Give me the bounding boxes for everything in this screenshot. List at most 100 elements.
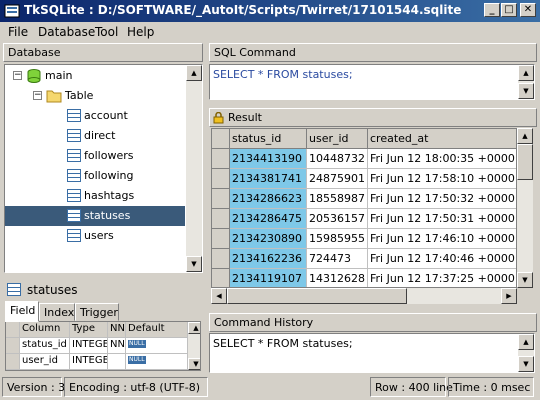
table-icon [67,189,81,202]
table-icon [67,149,81,162]
scroll-down-icon[interactable]: ▼ [188,358,200,370]
tab-trigger[interactable]: Trigger [75,303,119,321]
result-col-header[interactable]: status_id [230,129,307,149]
scroll-up-icon[interactable]: ▲ [517,128,533,144]
tree-node-account[interactable]: account [5,106,185,126]
result-cell[interactable]: Fri Jun 12 17:46:10 +0000 200 [368,229,516,249]
field-cell[interactable]: status_id [20,338,70,354]
field-grid-corner [6,322,20,338]
scroll-up-icon[interactable]: ▲ [188,322,200,334]
tab-field[interactable]: Field [5,301,39,322]
tree-vertical-scrollbar[interactable]: ▲ ▼ [186,65,202,272]
tree-node-main[interactable]: − main [5,66,185,86]
result-cell[interactable]: Fri Jun 12 17:40:46 +0000 200 [368,249,516,269]
result-col-header[interactable]: user_id [307,129,368,149]
menu-tool[interactable]: Tool [95,25,118,39]
database-icon [27,69,41,83]
result-cell[interactable]: 2134413190 [230,149,307,169]
scroll-down-icon[interactable]: ▼ [518,83,534,99]
result-cell[interactable]: 2134286623 [230,189,307,209]
result-cell[interactable]: 2134162236 [230,249,307,269]
result-cell[interactable]: 10448732 [307,149,368,169]
field-cell[interactable]: user_id [20,354,70,370]
result-cell[interactable]: Fri Jun 12 17:58:10 +0000 200 [368,169,516,189]
field-col-header[interactable]: Default [126,322,188,338]
sql-scrollbar[interactable]: ▲ ▼ [518,65,534,99]
field-cell[interactable]: INTEGE [70,354,108,370]
menu-database[interactable]: Database [38,25,95,39]
tree-node-direct[interactable]: direct [5,126,185,146]
tree-label-following: following [84,169,134,182]
result-cell[interactable]: 2134119107 [230,269,307,287]
field-cell-default[interactable]: NULL [126,354,188,370]
sql-query-text[interactable]: SELECT * FROM statuses; [213,68,353,81]
field-col-header[interactable]: Type [70,322,108,338]
tree-label-direct: direct [84,129,116,142]
field-cell[interactable]: NN [108,338,126,354]
history-scrollbar[interactable]: ▲ ▼ [518,334,534,372]
result-cell[interactable]: 2134381741 [230,169,307,189]
field-col-header[interactable]: Column [20,322,70,338]
result-cell[interactable]: Fri Jun 12 17:50:32 +0000 200 [368,189,516,209]
scroll-thumb[interactable] [227,288,407,304]
command-history[interactable]: SELECT * FROM statuses; ▲ ▼ [209,333,535,373]
row-header[interactable] [212,169,230,189]
tree-node-following[interactable]: following [5,166,185,186]
result-cell[interactable]: 24875901 [307,169,368,189]
result-cell[interactable]: 20536157 [307,209,368,229]
scroll-up-icon[interactable]: ▲ [186,65,202,81]
menu-help[interactable]: Help [127,25,154,39]
row-header[interactable] [212,249,230,269]
result-cell[interactable]: Fri Jun 12 17:37:25 +0000 200 [368,269,516,287]
scroll-down-icon[interactable]: ▼ [517,272,533,288]
collapse-icon[interactable]: − [33,91,42,100]
collapse-icon[interactable]: − [13,71,22,80]
tree-node-statuses[interactable]: statuses [5,206,185,226]
result-cell[interactable]: 18558987 [307,189,368,209]
tree-node-hashtags[interactable]: hashtags [5,186,185,206]
scroll-down-icon[interactable]: ▼ [518,356,534,372]
tree-label-users: users [84,229,114,242]
scroll-left-icon[interactable]: ◀ [211,288,227,304]
row-header[interactable] [212,229,230,249]
result-cell[interactable]: 724473 [307,249,368,269]
row-header[interactable] [212,269,230,287]
tree-node-followers[interactable]: followers [5,146,185,166]
field-cell-default[interactable]: NULL [126,338,188,354]
scroll-thumb[interactable] [517,144,533,180]
row-header[interactable] [212,189,230,209]
result-cell[interactable]: Fri Jun 12 18:00:35 +0000 200 [368,149,516,169]
field-grid-scrollbar[interactable]: ▲ ▼ [188,322,200,370]
result-horizontal-scrollbar[interactable]: ◀ ▶ [211,288,517,304]
row-header[interactable] [212,149,230,169]
result-cell[interactable]: Fri Jun 12 17:50:31 +0000 200 [368,209,516,229]
history-entry[interactable]: SELECT * FROM statuses; [213,337,353,350]
scroll-up-icon[interactable]: ▲ [518,334,534,350]
minimize-button[interactable]: _ [484,3,500,17]
scroll-down-icon[interactable]: ▼ [186,256,202,272]
result-col-header[interactable]: created_at [368,129,516,149]
result-cell[interactable]: 14312628 [307,269,368,287]
result-cell[interactable]: 2134286475 [230,209,307,229]
field-col-header[interactable]: NN [108,322,126,338]
row-header[interactable] [212,209,230,229]
field-cell[interactable] [108,354,126,370]
result-vertical-scrollbar[interactable]: ▲ ▼ [517,128,533,288]
close-button[interactable]: ✕ [520,3,536,17]
row-header[interactable] [6,354,20,370]
result-cell[interactable]: 15985955 [307,229,368,249]
sql-panel-header: SQL Command [209,43,537,62]
menu-file[interactable]: File [8,25,28,39]
table-icon [67,109,81,122]
scroll-up-icon[interactable]: ▲ [518,65,534,81]
tree-node-users[interactable]: users [5,226,185,246]
maximize-button[interactable]: □ [501,3,517,17]
tree-node-table-folder[interactable]: − Table [5,86,185,106]
tab-index[interactable]: Index [39,303,75,321]
table-icon [67,209,81,222]
scroll-right-icon[interactable]: ▶ [501,288,517,304]
sql-editor[interactable]: SELECT * FROM statuses; ▲ ▼ [209,64,535,100]
result-cell[interactable]: 2134230890 [230,229,307,249]
field-cell[interactable]: INTEGE [70,338,108,354]
row-header[interactable] [6,338,20,354]
